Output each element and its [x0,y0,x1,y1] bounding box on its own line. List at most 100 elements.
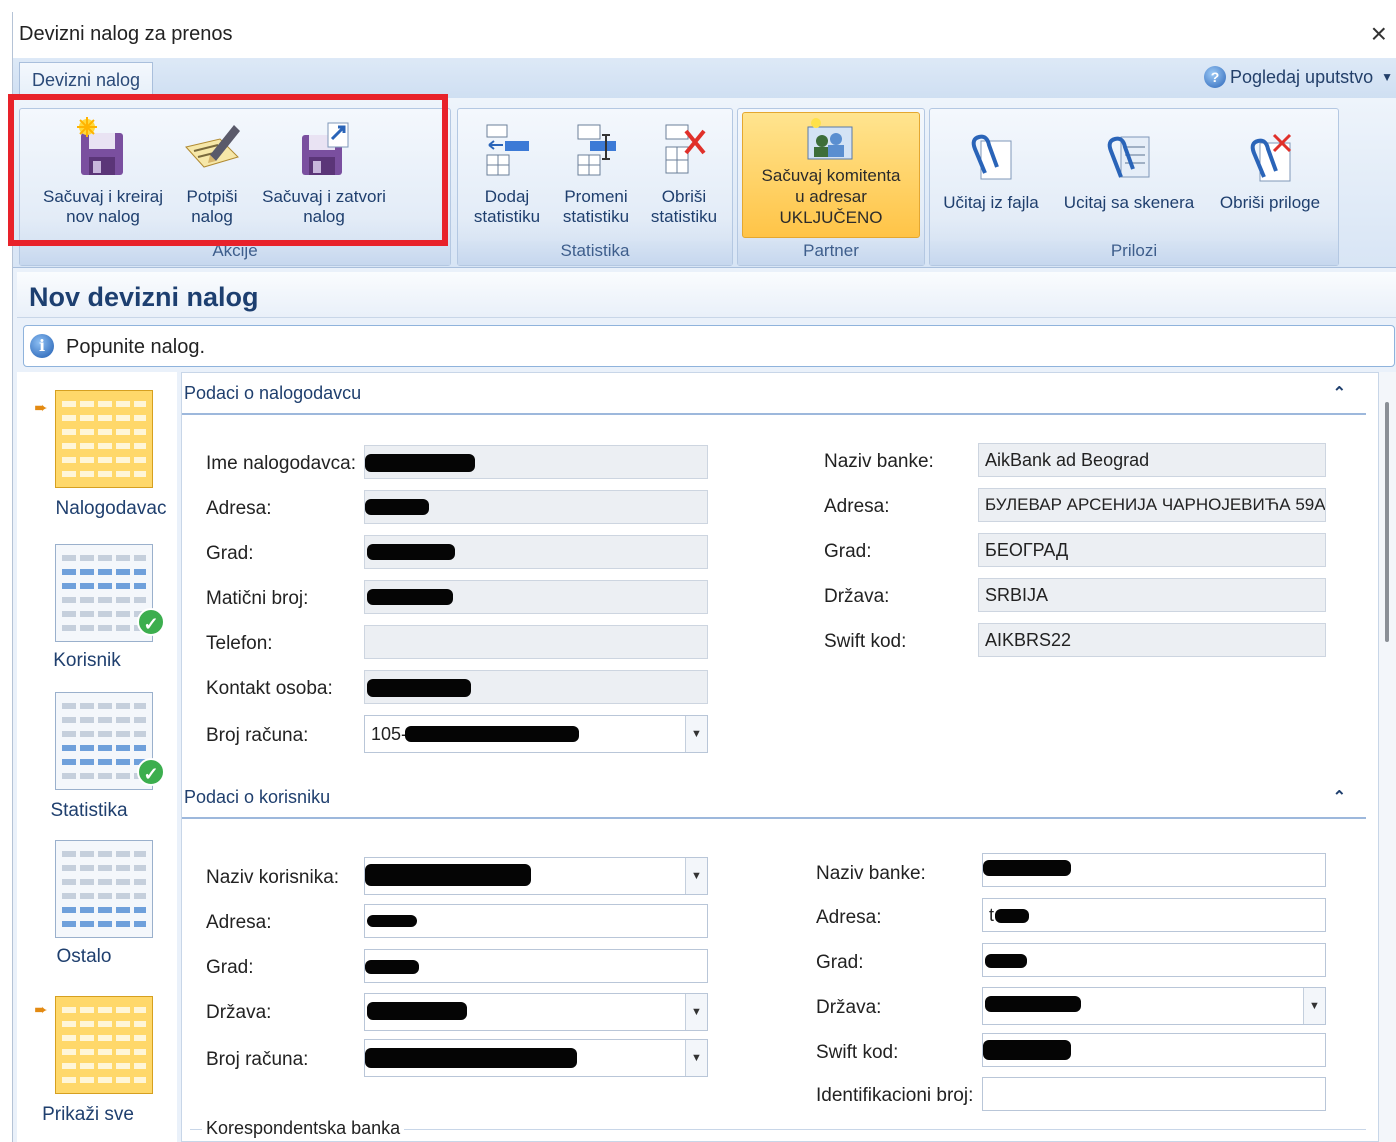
sidebar-item-label: Ostalo [56,946,112,967]
label-naziv-banke: Naziv banke: [824,451,934,472]
redaction [983,1040,1071,1060]
delete-attachments-button[interactable]: Obriši priloge [1210,133,1330,213]
sidebar-item-label: Korisnik [53,650,121,671]
info-icon: i [30,334,54,358]
korisnik-drzava-select[interactable]: ▼ [364,993,708,1031]
tab-devizni-nalog[interactable]: Devizni nalog [19,62,154,98]
banka-adresa-field[interactable]: БУЛЕВАР АРСЕНИЈА ЧАРНОЈЕВИЋА 59А [978,488,1326,522]
chevron-down-icon[interactable]: ▼ [685,1040,707,1076]
collapse-icon[interactable]: ⌃ [1333,383,1346,403]
label-banka-adresa: Adresa: [824,496,890,517]
telefon-field[interactable] [364,625,708,659]
label-korisnik-banka-drzava: Država: [816,997,882,1018]
load-from-file-button[interactable]: Učitaj iz fajla [936,133,1046,213]
partner-label-1: Sačuvaj komitenta [761,166,901,185]
banka-grad-field[interactable]: БЕОГРАД [978,533,1326,567]
sidebar-item-ostalo[interactable]: Ostalo [17,832,177,982]
label-adresa: Adresa: [206,498,272,519]
naziv-korisnika-select[interactable]: ▼ [364,857,708,895]
label-swift-kod: Swift kod: [824,631,907,652]
save-partner-toggle[interactable]: Sačuvaj komitenta u adresar UKLJUČENO [742,112,920,238]
sidebar-item-nalogodavac[interactable]: ➨ Nalogodavac [17,372,177,522]
redaction [405,726,579,742]
close-icon[interactable]: × [1371,18,1387,50]
add-statistics-label-2: statistiku [473,207,541,226]
load-from-scanner-button[interactable]: Ucitaj sa skenera [1054,133,1204,213]
sidebar-item-label: Prikaži sve [42,1104,134,1125]
maticni-broj-field[interactable] [364,580,708,614]
form-thumbnail-icon [55,996,153,1094]
delete-statistics-button[interactable]: Obriši statistiku [642,117,726,227]
chevron-down-icon[interactable]: ▼ [685,858,707,894]
edit-table-icon [564,117,628,181]
label-korisnik-banka-grad: Grad: [816,952,864,973]
label-korisnik-grad: Grad: [206,957,254,978]
scanner-attachment-icon [1097,133,1161,187]
sidebar-item-korisnik[interactable]: ✓ Korisnik [17,532,177,682]
group-label-prilozi: Prilozi [930,241,1338,265]
label-korisnik-adresa: Adresa: [206,912,272,933]
label-kontakt-osoba: Kontakt osoba: [206,678,333,699]
korisnik-adresa-field[interactable] [364,904,708,938]
highlight-box [8,94,448,246]
form-content: Podaci o nalogodavcu ⌃ Ime nalogodavca: … [181,372,1379,1142]
label-korisnik-naziv-banke: Naziv banke: [816,863,926,884]
chevron-down-icon[interactable]: ▼ [1303,988,1325,1024]
korisnik-grad-field[interactable] [364,949,708,983]
redaction [365,454,475,472]
window-title: Devizni nalog za prenos [19,23,233,45]
label-ime-nalogodavca: Ime nalogodavca: [206,453,356,474]
korisnik-banka-drzava-select[interactable]: ▼ [982,987,1326,1025]
ribbon-tab-row: Devizni nalog ? Pogledaj uputstvo ▼ [13,58,1396,98]
page-header: Nov devizni nalog [17,272,1396,318]
page-title: Nov devizni nalog [29,282,259,312]
sidebar-item-statistika[interactable]: ✓ Statistika [17,682,177,832]
swift-kod-field[interactable]: AIKBRS22 [978,623,1326,657]
collapse-icon[interactable]: ⌃ [1333,787,1346,807]
broj-racuna-select[interactable]: 105- ▼ [364,715,708,753]
korisnik-naziv-banke-field[interactable] [982,853,1326,887]
label-identifikacioni-broj: Identifikacioni broj: [816,1085,974,1106]
chevron-down-icon[interactable]: ▼ [685,994,707,1030]
help-label: Pogledaj uputstvo [1230,66,1374,87]
chevron-down-icon: ▼ [1381,70,1393,84]
sidebar: ➨ Nalogodavac ✓ Korisnik ✓ Statistika Os… [17,372,177,1142]
banka-drzava-field[interactable]: SRBIJA [978,578,1326,612]
korisnik-banka-adresa-field[interactable]: t [982,898,1326,932]
help-link[interactable]: ? Pogledaj uputstvo ▼ [1204,66,1393,88]
section-nalogodavac-header[interactable]: Podaci o nalogodavcu ⌃ [182,373,1366,415]
identifikacioni-broj-field[interactable] [982,1077,1326,1111]
redaction [995,909,1029,923]
section-title: Podaci o nalogodavcu [184,383,362,403]
redaction [365,960,419,974]
ime-nalogodavca-field[interactable] [364,445,708,479]
redaction [985,954,1027,968]
edit-statistics-label-2: statistiku [562,207,630,226]
grad-field[interactable] [364,535,708,569]
label-telefon: Telefon: [206,633,273,654]
arrow-right-icon: ➨ [34,1002,48,1019]
vertical-scrollbar[interactable] [1379,372,1396,1142]
info-message: Popunite nalog. [66,336,206,358]
korisnik-banka-adresa-partial: t [989,905,995,925]
partner-label-3: UKLJUČENO [779,208,883,227]
section-korisnik-header[interactable]: Podaci o korisniku ⌃ [182,777,1366,819]
main-area: Nov devizni nalog i Popunite nalog. ➨ Na… [13,268,1396,1142]
help-icon: ? [1204,66,1226,88]
korespondentska-banka-title: Korespondentska banka [202,1118,405,1139]
sidebar-item-prikazi-sve[interactable]: ➨ Prikaži sve [17,988,177,1142]
adresa-field[interactable] [364,490,708,524]
korisnik-swift-kod-field[interactable] [982,1033,1326,1067]
group-prilozi: Učitaj iz fajla Ucitaj sa skenera Obriši… [929,108,1339,266]
add-statistics-button[interactable]: Dodaj statistiku [464,117,550,227]
korisnik-banka-grad-field[interactable] [982,943,1326,977]
scrollbar-thumb[interactable] [1385,402,1389,642]
partner-label-2: u adresar [795,187,867,206]
edit-statistics-button[interactable]: Promeni statistiku [554,117,638,227]
naziv-banke-field[interactable]: AikBank ad Beograd [978,443,1326,477]
korisnik-broj-racuna-select[interactable]: ▼ [364,1039,708,1077]
delete-attachment-icon [1238,133,1302,187]
group-label-partner: Partner [738,241,924,265]
chevron-down-icon[interactable]: ▼ [685,716,707,752]
kontakt-osoba-field[interactable] [364,670,708,704]
